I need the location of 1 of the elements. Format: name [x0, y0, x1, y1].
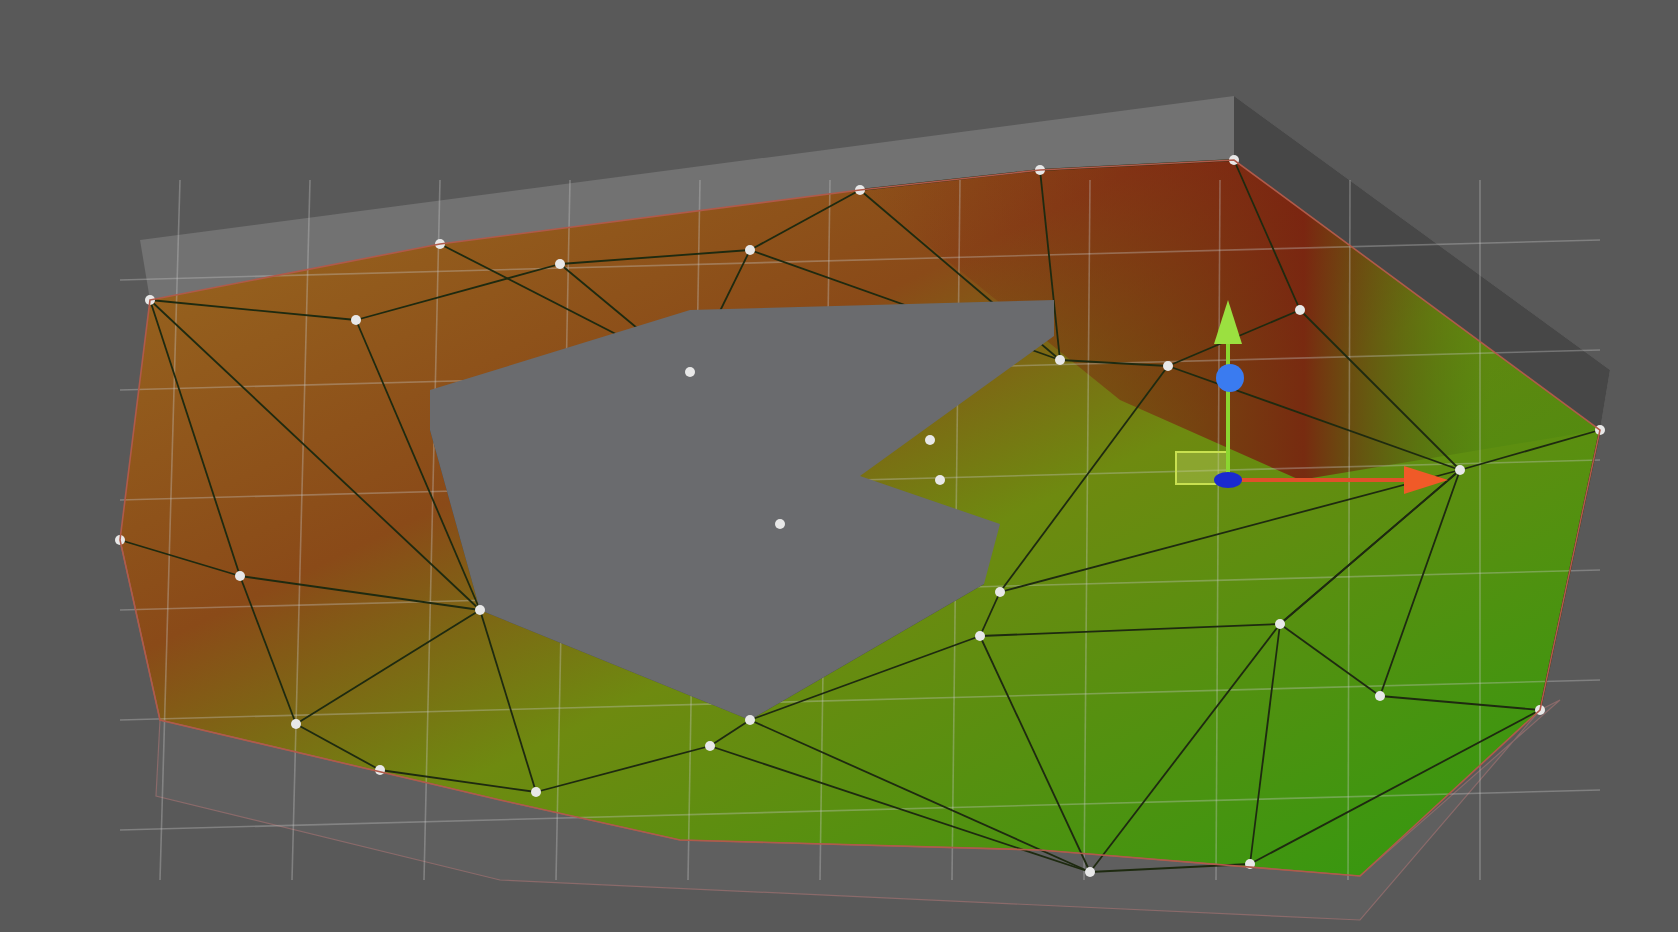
move-gizmo-icon[interactable]: [1175, 300, 1448, 494]
